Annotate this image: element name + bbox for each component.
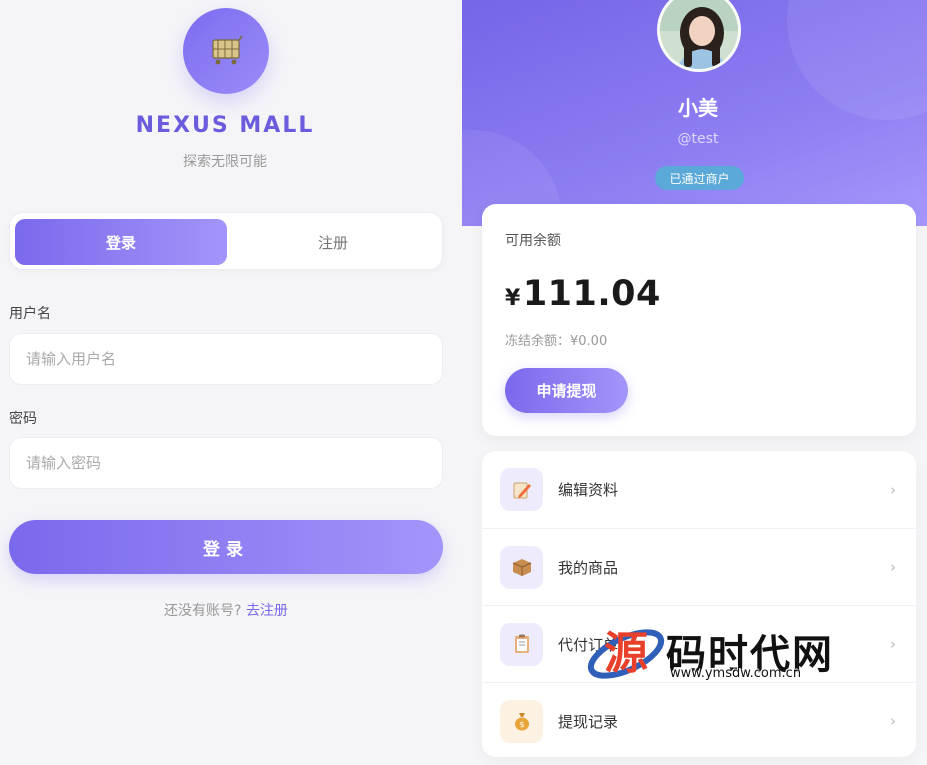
password-label: 密码 (9, 411, 37, 427)
password-input[interactable] (9, 437, 443, 489)
status-badge: 已通过商户 (655, 166, 744, 190)
menu-item-withdraw-records[interactable]: $ 提现记录 › (482, 682, 916, 757)
user-handle: @test (677, 131, 719, 147)
watermark-logo: 源 (587, 628, 665, 679)
balance-amount: ¥111.04 (505, 274, 661, 314)
balance-label: 可用余额 (505, 233, 561, 249)
shopping-cart-icon (212, 35, 243, 65)
menu-label: 提现记录 (558, 712, 619, 731)
watermark: 源 码时代网 www.ymsdw.com.cn (586, 612, 846, 692)
brand-title: NEXUS MALL (135, 113, 315, 138)
chevron-right-icon: › (890, 635, 896, 653)
tab-register[interactable]: 注册 (227, 219, 439, 265)
chevron-right-icon: › (890, 480, 896, 499)
money-bag-icon: $ (500, 699, 543, 743)
withdraw-button[interactable]: 申请提现 (505, 368, 628, 413)
edit-pencil-icon (500, 468, 543, 511)
user-name: 小美 (678, 96, 718, 120)
menu-item-edit-profile[interactable]: 编辑资料 › (482, 451, 916, 528)
watermark-url: www.ymsdw.com.cn (670, 666, 802, 681)
avatar-photo (660, 0, 738, 69)
username-label: 用户名 (9, 306, 51, 322)
svg-text:源: 源 (604, 628, 648, 679)
tab-login[interactable]: 登录 (15, 219, 227, 265)
register-prompt: 还没有账号? (164, 603, 242, 619)
frozen-balance: 冻结余额：¥0.00 (505, 334, 608, 349)
brand-subtitle: 探索无限可能 (183, 154, 267, 170)
register-link[interactable]: 去注册 (246, 603, 288, 619)
clipboard-icon (500, 622, 543, 666)
logo-badge (183, 8, 269, 94)
menu-label: 我的商品 (558, 558, 619, 577)
username-input[interactable] (9, 333, 443, 385)
currency-symbol: ¥ (505, 286, 521, 311)
chevron-right-icon: › (890, 558, 896, 576)
profile-header: 小美 @test 已通过商户 (462, 0, 927, 226)
balance-value: 111.04 (522, 274, 661, 314)
svg-text:$: $ (519, 720, 524, 729)
avatar[interactable] (657, 0, 741, 72)
package-box-icon (500, 545, 543, 589)
menu-label: 编辑资料 (558, 481, 619, 499)
login-button[interactable]: 登录 (9, 520, 443, 574)
register-hint: 还没有账号? 去注册 (0, 600, 452, 620)
balance-card: 可用余额 ¥111.04 冻结余额：¥0.00 申请提现 (482, 204, 916, 436)
login-panel: NEXUS MALL 探索无限可能 登录 注册 用户名 密码 登录 还没有账号?… (0, 0, 462, 765)
auth-tab-bar: 登录 注册 (9, 212, 443, 270)
menu-item-my-products[interactable]: 我的商品 › (482, 528, 916, 605)
chevron-right-icon: › (890, 712, 896, 730)
menu-list: 编辑资料 › 我的商品 › 代付订单 › $ 提现记录 › (482, 451, 916, 757)
